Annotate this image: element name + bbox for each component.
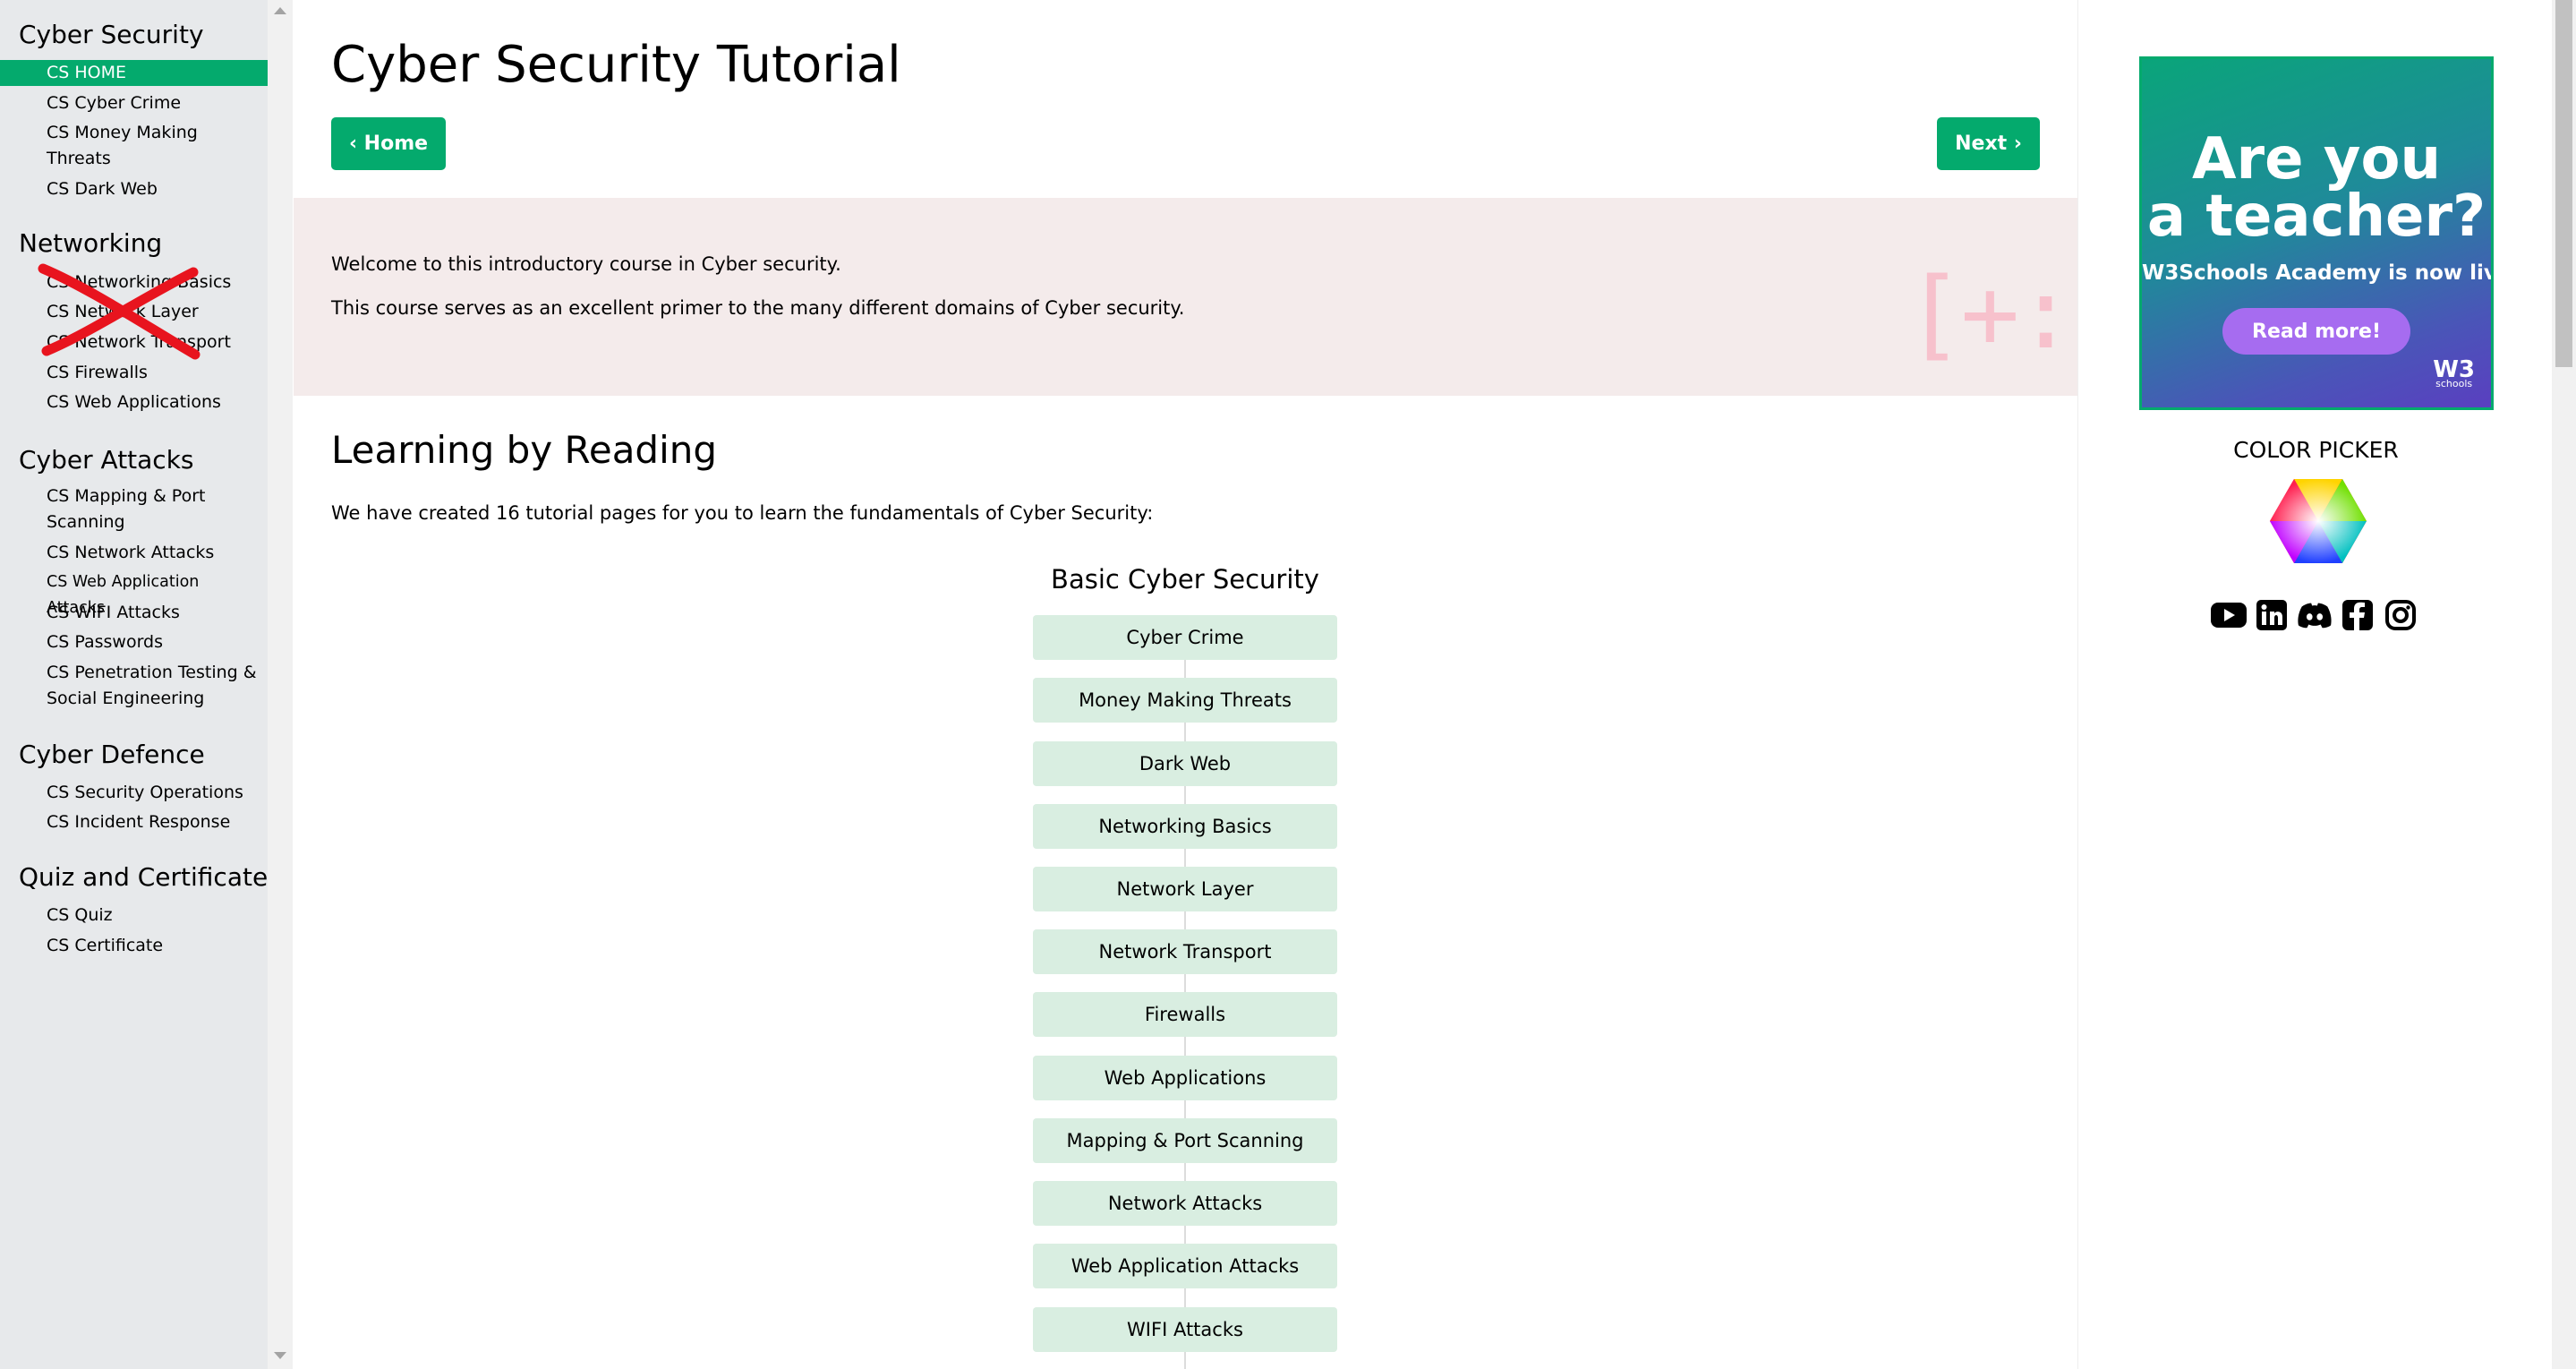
linkedin-icon[interactable]: [2254, 597, 2290, 633]
youtube-icon[interactable]: [2211, 597, 2247, 633]
right-column: Are you a teacher? W3Schools Academy is …: [2077, 0, 2552, 1369]
roadmap-item-network-layer[interactable]: Network Layer: [1033, 867, 1337, 911]
sidebar-item-cs-dark-web[interactable]: CS Dark Web: [47, 176, 261, 202]
sidebar-item-cs-home[interactable]: CS HOME: [0, 60, 268, 86]
roadmap-item-network-transport[interactable]: Network Transport: [1033, 929, 1337, 974]
sidebar-item-cs-web-applications[interactable]: CS Web Applications: [47, 389, 261, 415]
sidebar-item-cs-quiz[interactable]: CS Quiz: [47, 903, 261, 928]
roadmap-item-mapping-port-scanning[interactable]: Mapping & Port Scanning: [1033, 1118, 1337, 1163]
sidebar-item-cs-wifi-attacks[interactable]: CS WIFI Attacks: [47, 600, 261, 626]
color-picker-icon[interactable]: [2270, 479, 2367, 563]
sidebar-item-label: CS Money Making: [47, 123, 198, 142]
sidebar-section-title: Networking: [19, 228, 163, 258]
sidebar-item-label: Social Engineering: [47, 689, 205, 708]
roadmap-title: Basic Cyber Security: [1051, 564, 1319, 595]
next-button-label: Next: [1955, 133, 2008, 155]
sidebar-item-cs-network-attacks[interactable]: CS Network Attacks: [47, 540, 261, 566]
sidebar-section-title: Cyber Security: [19, 20, 204, 49]
roadmap-item-cyber-crime[interactable]: Cyber Crime: [1033, 615, 1337, 660]
facebook-icon[interactable]: [2340, 597, 2376, 633]
intro-text-1: Welcome to this introductory course in C…: [331, 253, 841, 275]
scroll-up-arrow-icon[interactable]: [274, 7, 286, 14]
social-links: [2211, 597, 2426, 633]
w3schools-logo-icon: W3 schools: [2433, 358, 2475, 391]
page-scrollbar-thumb[interactable]: [2555, 0, 2572, 367]
roadmap-item-money-making-threats[interactable]: Money Making Threats: [1033, 678, 1337, 723]
learning-intro-text: We have created 16 tutorial pages for yo…: [331, 502, 1154, 524]
sidebar-item-cs-network-layer[interactable]: CS Network Layer: [47, 299, 261, 325]
sidebar-scrollbar[interactable]: [268, 0, 293, 1369]
sidebar-item-label: Scanning: [47, 512, 125, 532]
ad-headline: Are you a teacher?: [2142, 131, 2491, 245]
sidebar-item-cs-firewalls[interactable]: CS Firewalls: [47, 360, 261, 386]
sidebar-item-cs-certificate[interactable]: CS Certificate: [47, 933, 261, 959]
roadmap-item-dark-web[interactable]: Dark Web: [1033, 741, 1337, 786]
sidebar-item-cs-incident-response[interactable]: CS Incident Response: [47, 809, 261, 835]
sidebar-section-title: Cyber Defence: [19, 740, 205, 769]
ad-subline: W3Schools Academy is now live!: [2142, 261, 2494, 285]
sidebar-item-cs-money-making-threats[interactable]: CS Money Making Threats: [47, 120, 261, 172]
page-scrollbar[interactable]: [2552, 0, 2576, 1369]
cyber-security-logo-icon: [+:: [1905, 256, 2076, 371]
academy-ad-banner[interactable]: Are you a teacher? W3Schools Academy is …: [2139, 56, 2494, 410]
sidebar-item-cs-passwords[interactable]: CS Passwords: [47, 629, 261, 655]
home-button[interactable]: ‹ Home: [331, 117, 446, 170]
sidebar-item-label: CS Penetration Testing &: [47, 663, 257, 682]
next-button[interactable]: Next ›: [1937, 117, 2040, 170]
sidebar: Cyber Security CS HOME CS Cyber Crime CS…: [0, 0, 268, 1369]
scroll-down-arrow-icon[interactable]: [274, 1352, 286, 1359]
roadmap-item-web-applications[interactable]: Web Applications: [1033, 1056, 1337, 1100]
sidebar-item-cs-network-transport[interactable]: CS Network Transport: [47, 329, 261, 355]
sidebar-section-title: Cyber Attacks: [19, 445, 194, 475]
sidebar-item-label: Threats: [47, 149, 111, 168]
roadmap-item-wifi-attacks[interactable]: WIFI Attacks: [1033, 1307, 1337, 1352]
page-title: Cyber Security Tutorial: [331, 36, 901, 94]
roadmap-item-network-attacks[interactable]: Network Attacks: [1033, 1181, 1337, 1226]
roadmap-item-web-application-attacks[interactable]: Web Application Attacks: [1033, 1244, 1337, 1288]
chevron-right-icon: ›: [2007, 133, 2022, 155]
read-more-button[interactable]: Read more!: [2222, 308, 2410, 355]
sidebar-item-cs-penetration-testing[interactable]: CS Penetration Testing & Social Engineer…: [47, 660, 261, 712]
home-button-label: Home: [363, 133, 429, 155]
ad-headline-line: a teacher?: [2146, 184, 2486, 250]
sidebar-item-cs-cyber-crime[interactable]: CS Cyber Crime: [47, 90, 261, 116]
sidebar-item-cs-mapping-port-scanning[interactable]: CS Mapping & Port Scanning: [47, 483, 261, 535]
sidebar-item-cs-security-operations[interactable]: CS Security Operations: [47, 780, 261, 806]
ad-headline-line: Are you: [2191, 126, 2442, 193]
sidebar-item-cs-networking-basics[interactable]: CS Networking Basics: [47, 270, 261, 295]
roadmap-item-firewalls[interactable]: Firewalls: [1033, 992, 1337, 1037]
sidebar-section-title: Quiz and Certificate: [19, 862, 268, 892]
chevron-left-icon: ‹: [348, 133, 364, 155]
sidebar-item-label: CS Mapping & Port: [47, 486, 206, 506]
main-content: Cyber Security Tutorial ‹ Home Next › We…: [294, 0, 2077, 1369]
color-picker-title: COLOR PICKER: [2233, 437, 2399, 463]
ad-logo-subtext: schools: [2435, 378, 2473, 389]
intro-text-2: This course serves as an excellent prime…: [331, 297, 1185, 319]
roadmap-item-networking-basics[interactable]: Networking Basics: [1033, 804, 1337, 849]
discord-icon[interactable]: [2297, 597, 2333, 633]
learning-heading: Learning by Reading: [331, 428, 718, 472]
intro-panel: Welcome to this introductory course in C…: [294, 198, 2077, 396]
instagram-icon[interactable]: [2383, 597, 2418, 633]
